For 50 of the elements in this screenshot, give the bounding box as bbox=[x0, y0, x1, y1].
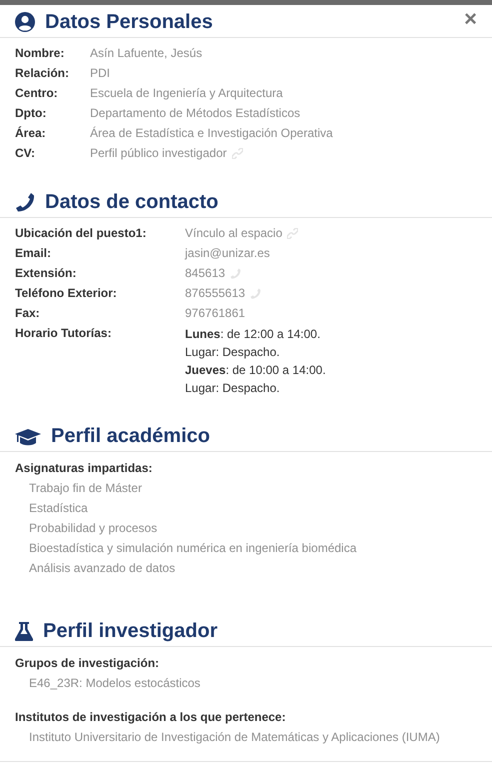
list-item: Probabilidad y procesos bbox=[28, 520, 158, 537]
phone-icon bbox=[230, 268, 242, 278]
close-button[interactable]: × bbox=[464, 8, 477, 30]
phone-icon bbox=[15, 192, 35, 212]
section-title: Datos de contacto bbox=[45, 190, 220, 214]
list-item: Instituto Universitario de Investigación de Matemáticas y Aplicaciones (IUMA) bbox=[28, 729, 440, 746]
section-title: Perfil investigador bbox=[43, 620, 218, 642]
phone-icon bbox=[250, 288, 262, 298]
field-value: Escuela de Ingeniería y Arquitectura bbox=[90, 85, 284, 102]
field-value: Departamento de Métodos Estadísticos bbox=[90, 105, 302, 122]
field-label: Teléfono Exterior: bbox=[15, 285, 118, 302]
field-value: 976761861 bbox=[185, 305, 246, 322]
link-icon bbox=[287, 228, 298, 238]
field-label: CV: bbox=[15, 145, 36, 162]
field-label: Horario Tutorías: bbox=[15, 325, 112, 342]
list-heading: Grupos de investigación: bbox=[15, 655, 160, 672]
list-item: Estadística bbox=[28, 500, 88, 517]
phone-link[interactable]: 876555613 bbox=[185, 283, 246, 303]
field-label: Nombre: bbox=[15, 45, 66, 62]
field-value: PDI bbox=[90, 65, 112, 82]
list-item: E46_23R: Modelos estocásticos bbox=[28, 675, 200, 692]
field-label: Dpto: bbox=[15, 105, 48, 122]
field-label: Fax: bbox=[15, 305, 41, 322]
field-value: jasin@unizar.es bbox=[185, 245, 271, 262]
field-label: Área: bbox=[15, 125, 47, 142]
field-label: Relación: bbox=[15, 65, 70, 82]
field-label: Extensión: bbox=[15, 265, 78, 282]
user-icon bbox=[15, 12, 35, 32]
schedule-line: Lugar: Despacho. bbox=[185, 380, 281, 397]
link-icon bbox=[232, 148, 243, 158]
field-label: Ubicación del puesto1: bbox=[15, 225, 148, 242]
schedule-line: Jueves: de 10:00 a 14:00. bbox=[185, 362, 327, 379]
list-item: Análisis avanzado de datos bbox=[28, 560, 176, 577]
flask-icon bbox=[15, 621, 33, 641]
schedule-line: Lugar: Despacho. bbox=[185, 344, 281, 361]
list-heading: Asignaturas impartidas: bbox=[15, 460, 152, 477]
link[interactable]: Perfil público investigador bbox=[90, 143, 227, 163]
phone-link[interactable]: 845613 bbox=[185, 263, 226, 283]
list-heading: Institutos de investigación a los que pertenece: bbox=[15, 709, 286, 726]
field-value: Área de Estadística e Investigación Operativa bbox=[90, 125, 334, 142]
graduation-cap-icon bbox=[15, 428, 41, 446]
list-item: Trabajo fin de Máster bbox=[28, 480, 142, 497]
list-item: Bioestadística y simulación numérica en ingeniería biomédica bbox=[28, 540, 357, 557]
link[interactable]: Vínculo al espacio bbox=[185, 223, 282, 243]
schedule-line: Lunes: de 12:00 a 14:00. bbox=[185, 326, 322, 343]
section-title: Datos Personales bbox=[45, 10, 214, 34]
field-label: Email: bbox=[15, 245, 52, 262]
field-label: Centro: bbox=[15, 85, 59, 102]
section-title: Perfil académico bbox=[51, 424, 211, 448]
field-value: Asín Lafuente, Jesús bbox=[90, 45, 204, 62]
